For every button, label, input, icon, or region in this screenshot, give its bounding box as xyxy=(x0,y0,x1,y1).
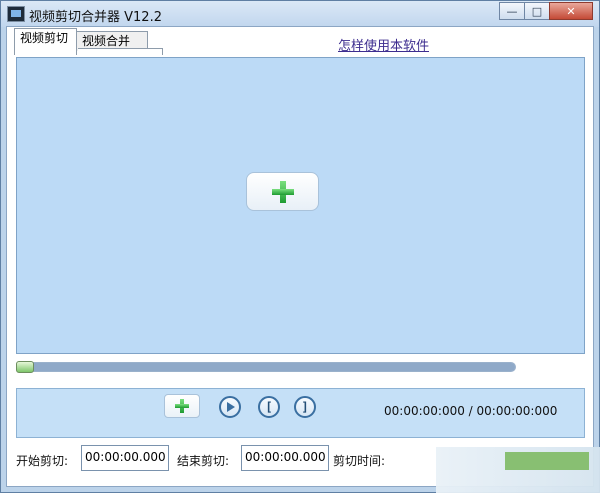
seek-bar[interactable] xyxy=(16,362,516,372)
cut-duration-label: 剪切时间: xyxy=(333,454,386,468)
plus-icon xyxy=(271,180,294,203)
start-cut-label: 开始剪切: xyxy=(16,454,69,468)
window-buttons: — □ ✕ xyxy=(499,2,593,21)
title-bar: 视频剪切合并器 V12.2 — □ ✕ xyxy=(1,1,599,27)
bracket-left-icon: [ xyxy=(265,400,273,414)
plus-icon xyxy=(175,399,189,413)
minimize-button[interactable]: — xyxy=(499,2,525,20)
seek-bar-fill xyxy=(17,363,515,371)
maximize-button[interactable]: □ xyxy=(524,2,550,20)
end-time-input[interactable]: 00:00:00.000 xyxy=(241,445,329,471)
play-button[interactable] xyxy=(219,396,241,418)
video-editor-icon xyxy=(7,6,25,22)
mark-in-button[interactable]: [ xyxy=(258,396,280,418)
seek-handle[interactable] xyxy=(16,361,34,373)
start-time-input[interactable]: 00:00:00.000 xyxy=(81,445,169,471)
add-file-button[interactable] xyxy=(164,394,200,418)
tab-divider xyxy=(78,48,163,55)
bracket-right-icon: ] xyxy=(301,400,309,414)
watermark-badge xyxy=(505,452,589,470)
end-cut-label: 结束剪切: xyxy=(177,454,230,468)
tab-video-cut[interactable]: 视频剪切 xyxy=(14,28,77,55)
timecode-display: 00:00:00:000 / 00:00:00:000 xyxy=(384,404,558,418)
add-video-button[interactable] xyxy=(246,172,319,211)
play-icon xyxy=(227,402,235,412)
window-title: 视频剪切合并器 V12.2 xyxy=(29,10,162,25)
close-button[interactable]: ✕ xyxy=(549,2,593,20)
help-link[interactable]: 怎样使用本软件 xyxy=(338,35,429,54)
mark-out-button[interactable]: ] xyxy=(294,396,316,418)
